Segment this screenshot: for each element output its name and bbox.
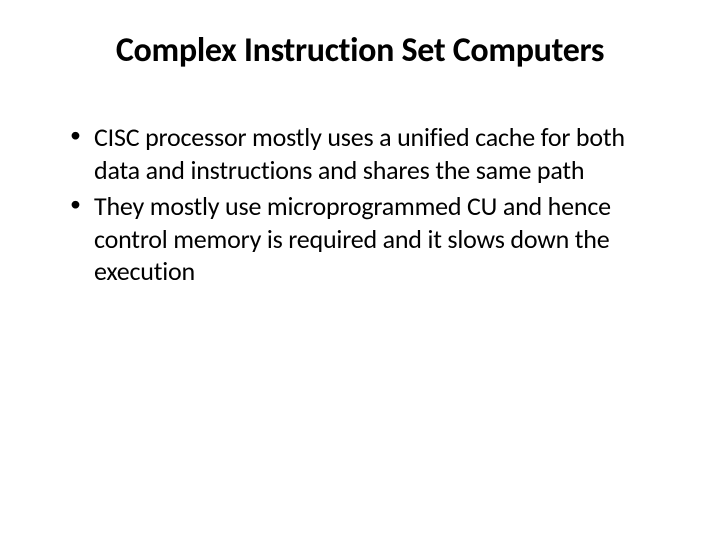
bullet-list: CISC processor mostly uses a unified cac… (50, 121, 670, 288)
bullet-item: They mostly use microprogrammed CU and h… (70, 190, 670, 288)
slide-container: Complex Instruction Set Computers CISC p… (0, 0, 720, 540)
slide-title: Complex Instruction Set Computers (50, 30, 670, 71)
bullet-item: CISC processor mostly uses a unified cac… (70, 121, 670, 186)
